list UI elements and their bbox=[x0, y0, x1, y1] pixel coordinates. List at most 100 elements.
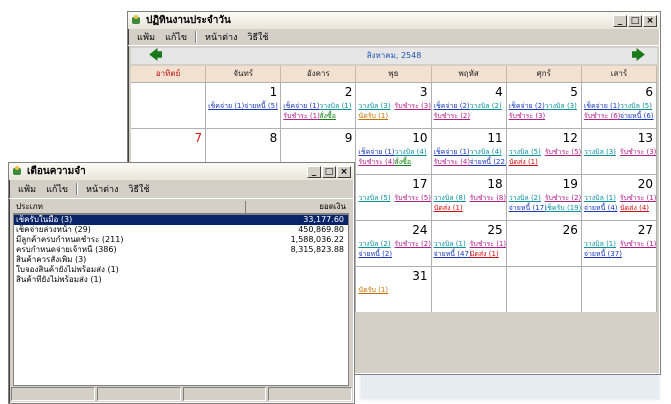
event-link[interactable]: รับชำระ (3) bbox=[394, 101, 430, 112]
event-link[interactable]: จ่ายหนี้ (4) bbox=[584, 203, 618, 214]
event-link[interactable]: วางบิล (3) bbox=[545, 101, 577, 112]
menu-edit[interactable]: แก้ไข bbox=[41, 182, 73, 196]
status-panel bbox=[268, 387, 352, 401]
reminder-row[interactable]: มีลูกค้าครบกำหนดชำระ (211) 1,588,036.22 bbox=[14, 235, 348, 245]
calendar-day-cell[interactable]: 18 วางบิล (8) รับชำระ (8) นัดส่ง (1) bbox=[431, 175, 507, 220]
event-link[interactable]: สั่งซื้อ bbox=[319, 111, 336, 122]
event-link[interactable]: รับชำระ (5) bbox=[545, 147, 581, 158]
calendar-day-cell[interactable] bbox=[506, 267, 582, 312]
event-link[interactable]: รับชำระ (4) bbox=[358, 157, 395, 168]
day-number: 4 bbox=[495, 85, 503, 99]
event-link[interactable]: เช็ครับ (19) bbox=[545, 203, 581, 214]
calendar-day-cell[interactable] bbox=[581, 267, 657, 312]
event-link[interactable]: รับชำระ (4) bbox=[434, 157, 471, 168]
calendar-day-cell[interactable]: 10 เช็คจ่าย (1) วางบิล (4) รับชำระ (4) สั่งซ… bbox=[356, 129, 432, 174]
menu-edit[interactable]: แก้ไข bbox=[160, 30, 192, 44]
event-link[interactable]: วางบิล (5) bbox=[358, 193, 390, 204]
calendar-day-cell[interactable]: 17 วางบิล (5) รับชำระ (5) bbox=[356, 175, 432, 220]
event-link[interactable]: นัดรับ (1) bbox=[358, 111, 388, 122]
status-panel bbox=[11, 387, 95, 401]
reminder-row[interactable]: เช็คจ่ายล่วงหน้า (29) 450,869.80 bbox=[14, 225, 348, 235]
calendar-day-cell[interactable]: 4 เช็คจ่าย (2) วางบิล (2) รับชำระ (2) bbox=[431, 83, 507, 128]
event-link[interactable]: จ่ายหนี้ (17) bbox=[509, 203, 547, 214]
weekday-label: พฤหัส bbox=[432, 66, 507, 82]
day-number: 24 bbox=[412, 223, 428, 237]
reminder-titlebar[interactable]: เตือนความจำ _ □ × bbox=[9, 163, 354, 180]
event-link[interactable]: รับชำระ (2) bbox=[394, 239, 430, 250]
calendar-day-cell[interactable]: 2 เช็คจ่าย (1) วางบิล (1) รับชำระ (1) สั่งซื… bbox=[281, 83, 357, 128]
calendar-day-cell[interactable]: 6 เช็คจ่าย (1) วางบิล (5) รับชำระ (6) จ่ายหน… bbox=[581, 83, 657, 128]
event-link[interactable]: รับชำระ (2) bbox=[434, 111, 471, 122]
reminder-row-amount: 33,177.60 bbox=[303, 215, 344, 224]
calendar-day-cell[interactable]: 1 เช็คจ่าย (1) จ่ายหนี้ (5) bbox=[206, 83, 282, 128]
col-type-header[interactable]: ประเภท bbox=[13, 201, 246, 213]
event-link[interactable]: รับชำระ (3) bbox=[620, 147, 656, 158]
close-button[interactable]: × bbox=[643, 14, 657, 27]
calendar-day-cell[interactable]: 13 วางบิล (3) รับชำระ (3) bbox=[581, 129, 657, 174]
maximize-button[interactable]: □ bbox=[628, 14, 642, 27]
maximize-button[interactable]: □ bbox=[322, 165, 336, 178]
calendar-day-cell[interactable]: 3 วางบิล (3) รับชำระ (3) นัดรับ (1) bbox=[356, 83, 432, 128]
event-link[interactable]: รับชำระ (5) bbox=[394, 193, 430, 204]
menu-help[interactable]: วิธีใช้ bbox=[123, 182, 154, 196]
calendar-day-cell[interactable] bbox=[431, 267, 507, 312]
event-link[interactable]: จ่ายหนี้ (5) bbox=[244, 101, 278, 112]
minimize-button[interactable]: _ bbox=[307, 165, 321, 178]
event-link[interactable]: รับชำระ (1) bbox=[620, 239, 656, 250]
minimize-button[interactable]: _ bbox=[613, 14, 627, 27]
calendar-day-cell[interactable]: 26 bbox=[506, 221, 582, 266]
calendar-day-cell[interactable] bbox=[131, 83, 207, 128]
event-link[interactable]: รับชำระ (6) bbox=[584, 111, 621, 122]
calendar-day-cell[interactable]: 24 วางบิล (2) รับชำระ (2) จ่ายหนี้ (2) bbox=[356, 221, 432, 266]
col-amount-header[interactable]: ยอดเงิน bbox=[246, 201, 349, 213]
day-number: 26 bbox=[562, 223, 578, 237]
menu-file[interactable]: แฟ้ม bbox=[13, 182, 41, 196]
day-number: 10 bbox=[412, 131, 428, 145]
reminder-row[interactable]: สินค้าที่ยังไม่พร้อมส่ง (1) bbox=[14, 275, 348, 285]
prev-month-arrow-icon[interactable]: 🡄 bbox=[149, 48, 162, 64]
event-link[interactable]: รับชำระ (1) bbox=[283, 111, 320, 122]
event-link[interactable]: รับชำระ (3) bbox=[509, 111, 546, 122]
calendar-day-cell[interactable]: 12 วางบิล (5) รับชำระ (5) นัดส่ง (1) bbox=[506, 129, 582, 174]
event-link[interactable]: จ่ายหนี้ (47) bbox=[434, 249, 472, 260]
weekday-label: ศุกร์ bbox=[507, 66, 582, 82]
event-link[interactable]: นัดส่ง (4) bbox=[620, 203, 649, 214]
next-month-arrow-icon[interactable]: 🡆 bbox=[632, 48, 645, 64]
reminder-row[interactable]: ครบกำหนดจ่ายเจ้าหนี้ (386) 8,315,823.88 bbox=[14, 245, 348, 255]
reminder-row[interactable]: สินค้าควรสั่งเพิ่ม (3) bbox=[14, 255, 348, 265]
calendar-week: 1 เช็คจ่าย (1) จ่ายหนี้ (5) 2 เช็คจ่าย (1) วา… bbox=[131, 82, 657, 128]
event-link[interactable]: จ่ายหนี้ (37) bbox=[584, 249, 622, 260]
event-link[interactable]: เช็คจ่าย (1) bbox=[208, 101, 244, 112]
calendar-day-cell[interactable]: 31 นัดรับ (1) bbox=[356, 267, 432, 312]
event-link[interactable]: วางบิล (3) bbox=[584, 147, 616, 158]
event-link[interactable]: จ่ายหนี้ (22) bbox=[470, 157, 506, 168]
event-link[interactable]: รับชำระ (8) bbox=[470, 193, 506, 204]
day-number: 5 bbox=[570, 85, 578, 99]
menu-help[interactable]: วิธีใช้ bbox=[242, 30, 273, 44]
reminder-row-amount bbox=[246, 255, 344, 265]
menu-window[interactable]: หน้าต่าง bbox=[81, 182, 123, 196]
reminder-row-label: เช็ครับในมือ (3) bbox=[16, 215, 73, 224]
event-link[interactable]: จ่ายหนี้ (2) bbox=[358, 249, 392, 260]
event-link[interactable]: นัดรับ (1) bbox=[358, 285, 388, 296]
event-link[interactable]: นัดส่ง (1) bbox=[470, 249, 499, 260]
event-link[interactable]: จ่ายหนี้ (6) bbox=[620, 111, 654, 122]
calendar-day-cell[interactable]: 19 วางบิล (2) รับชำระ (2) จ่ายหนี้ (17) เช็ค… bbox=[506, 175, 582, 220]
day-number: 31 bbox=[412, 269, 428, 283]
calendar-titlebar[interactable]: ปฏิทินงานประจำวัน _ □ × bbox=[128, 12, 660, 29]
menu-window[interactable]: หน้าต่าง bbox=[200, 30, 242, 44]
reminder-window: เตือนความจำ _ □ × แฟ้ม แก้ไข หน้าต่าง วิ… bbox=[8, 162, 355, 404]
calendar-day-cell[interactable]: 20 วางบิล (1) รับชำระ (1) จ่ายหนี้ (4) นัดส่… bbox=[581, 175, 657, 220]
event-link[interactable]: นัดส่ง (1) bbox=[509, 157, 538, 168]
calendar-day-cell[interactable]: 5 เช็คจ่าย (2) วางบิล (3) รับชำระ (3) bbox=[506, 83, 582, 128]
reminder-row[interactable]: ใบจองสินค้ายังไม่พร้อมส่ง (1) bbox=[14, 265, 348, 275]
close-button[interactable]: × bbox=[337, 165, 351, 178]
calendar-day-cell[interactable]: 27 วางบิล (1) รับชำระ (1) จ่ายหนี้ (37) bbox=[581, 221, 657, 266]
calendar-day-cell[interactable]: 11 เช็คจ่าย (1) วางบิล (4) รับชำระ (4) จ่ายห… bbox=[431, 129, 507, 174]
calendar-day-cell[interactable]: 25 วางบิล (1) รับชำระ (1) จ่ายหนี้ (47) นัดส… bbox=[431, 221, 507, 266]
menu-file[interactable]: แฟ้ม bbox=[132, 30, 160, 44]
event-link[interactable]: สั่งซื้อ bbox=[394, 157, 411, 168]
reminder-row[interactable]: เช็ครับในมือ (3) 33,177.60 bbox=[14, 215, 348, 225]
event-link[interactable]: วางบิล (2) bbox=[470, 101, 502, 112]
event-link[interactable]: นัดส่ง (1) bbox=[434, 203, 463, 214]
